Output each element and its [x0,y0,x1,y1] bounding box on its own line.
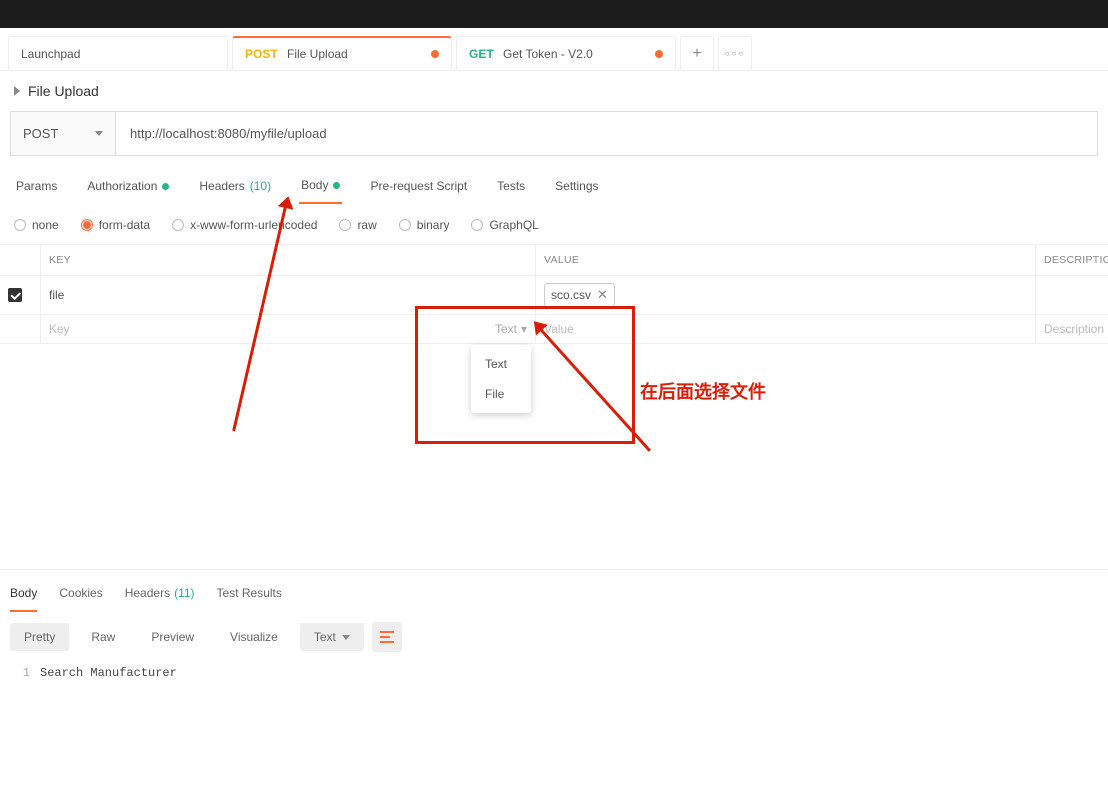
subtab-prerequest[interactable]: Pre-request Script [368,169,469,203]
expand-caret-icon[interactable] [14,86,20,96]
annotation-text: 在后面选择文件 [640,378,766,404]
status-dot-icon [333,182,340,189]
method-dropdown[interactable]: POST [11,112,116,155]
response-tab-body[interactable]: Body [10,580,37,612]
kv-row: file sco.csv ✕ [0,276,1108,315]
view-pretty-button[interactable]: Pretty [10,623,69,651]
wrap-button[interactable] [372,622,402,652]
more-icon: ○○○ [725,49,746,58]
view-preview-button[interactable]: Preview [137,623,208,651]
tab-file-upload-name: File Upload [287,47,348,61]
response-tabs: Body Cookies Headers (11) Test Results [0,580,1108,612]
description-cell[interactable]: Description [1035,315,1108,343]
status-dot-icon [162,183,169,190]
body-type-radios: none form-data x-www-form-urlencoded raw… [0,204,1108,244]
key-type-option-text[interactable]: Text [471,349,531,379]
response-panel: Body Cookies Headers (11) Test Results P… [0,569,1108,684]
request-subtabs: Params Authorization Headers (10) Body P… [0,168,1108,204]
value-cell[interactable]: sco.csv ✕ [535,276,1035,314]
kv-header-key: KEY [40,245,535,275]
unsaved-indicator-icon [431,50,439,58]
kv-row-new: Key Text ▾ Text File Value Description [0,315,1108,344]
method-dropdown-label: POST [23,126,58,141]
method-label-post: POST [245,47,278,61]
radio-binary[interactable]: binary [399,218,450,232]
key-cell[interactable]: file [40,276,535,314]
response-tab-cookies[interactable]: Cookies [59,580,102,612]
line-number: 1 [0,666,40,680]
response-headers-count: (11) [174,586,194,602]
caret-down-icon: ▾ [521,322,527,336]
key-type-dropdown[interactable]: Text ▾ [495,322,527,336]
radio-xwww[interactable]: x-www-form-urlencoded [172,218,317,232]
method-label-get: GET [469,47,494,61]
new-tab-button[interactable]: + [680,36,714,70]
response-tab-tests[interactable]: Test Results [217,580,282,612]
row-checkbox[interactable] [8,288,22,302]
radio-none[interactable]: none [14,218,59,232]
remove-file-icon[interactable]: ✕ [597,287,608,303]
kv-header-description: DESCRIPTION [1035,245,1108,275]
subtab-body[interactable]: Body [299,168,342,204]
kv-header-row: KEY VALUE DESCRIPTION [0,244,1108,276]
radio-graphql[interactable]: GraphQL [471,218,538,232]
tab-file-upload-title: POST File Upload [245,47,348,61]
value-placeholder: Value [544,322,574,336]
request-tabs-bar: Launchpad POST File Upload GET Get Token… [0,28,1108,71]
radio-icon [399,219,411,231]
response-body: 1 Search Manufacturer [0,662,1108,684]
radio-raw[interactable]: raw [339,218,376,232]
unsaved-indicator-icon [655,50,663,58]
description-placeholder: Description [1044,322,1104,336]
tab-file-upload[interactable]: POST File Upload [232,36,452,70]
tab-get-token-title: GET Get Token - V2.0 [469,47,593,61]
tab-get-token[interactable]: GET Get Token - V2.0 [456,36,676,70]
response-line[interactable]: Search Manufacturer [40,666,177,680]
file-chip-name: sco.csv [551,288,591,302]
radio-icon [14,219,26,231]
radio-icon [172,219,184,231]
tab-options-button[interactable]: ○○○ [718,36,752,70]
request-title: File Upload [28,83,99,99]
format-dropdown[interactable]: Text [300,623,364,651]
view-visualize-button[interactable]: Visualize [216,623,292,651]
chevron-down-icon [342,635,350,640]
tab-get-token-name: Get Token - V2.0 [503,47,593,61]
radio-icon [339,219,351,231]
key-placeholder: Key [49,322,70,336]
key-cell[interactable]: Key Text ▾ Text File [40,315,535,343]
value-cell[interactable]: Value [535,315,1035,343]
subtab-authorization[interactable]: Authorization [85,169,171,203]
response-toolbar: Pretty Raw Preview Visualize Text [0,612,1108,662]
url-input[interactable] [116,112,1097,155]
chevron-down-icon [95,131,103,136]
radio-icon [471,219,483,231]
file-chip: sco.csv ✕ [544,283,615,307]
view-raw-button[interactable]: Raw [77,623,129,651]
radio-form-data[interactable]: form-data [81,218,150,232]
kv-header-value: VALUE [535,245,1035,275]
key-type-menu: Text File [471,345,531,413]
tab-launchpad[interactable]: Launchpad [8,36,228,70]
description-cell[interactable] [1035,276,1108,314]
plus-icon: + [692,45,701,63]
subtab-settings[interactable]: Settings [553,169,600,203]
radio-icon [81,219,93,231]
annotation-arrow [536,325,651,452]
app-topbar [0,0,1108,28]
tab-launchpad-label: Launchpad [21,47,80,61]
response-tab-headers[interactable]: Headers (11) [125,580,195,612]
subtab-tests[interactable]: Tests [495,169,527,203]
key-type-label: Text [495,322,517,336]
subtab-params[interactable]: Params [14,169,59,203]
request-title-row: File Upload [0,71,1108,111]
key-type-option-file[interactable]: File [471,379,531,409]
subtab-headers[interactable]: Headers (10) [197,169,273,203]
url-bar: POST [10,111,1098,156]
headers-count: (10) [250,179,271,193]
wrap-icon [380,631,394,643]
